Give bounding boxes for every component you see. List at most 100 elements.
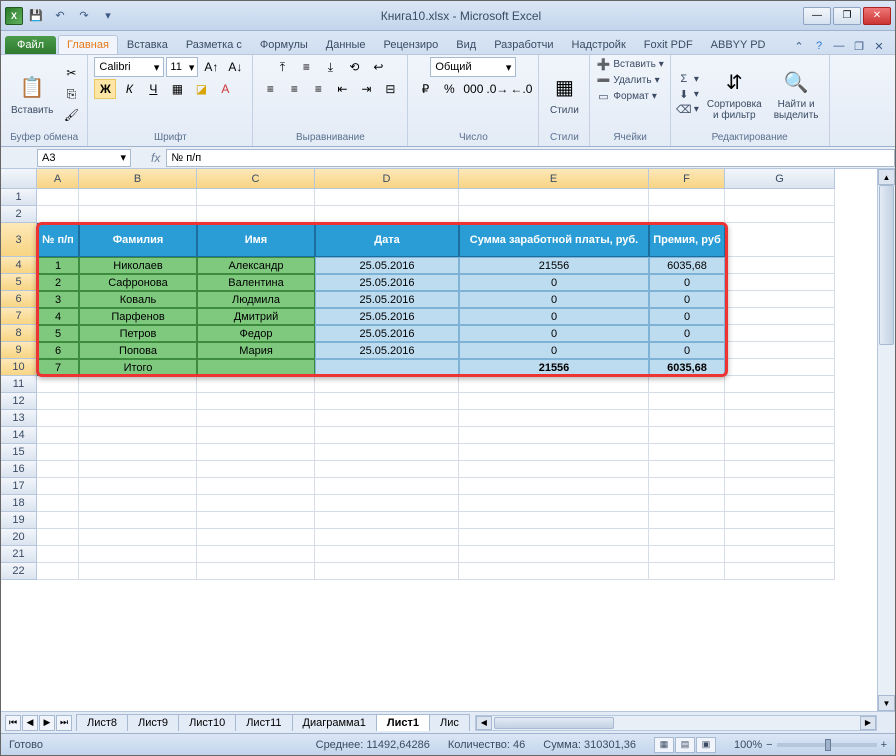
zoom-handle[interactable] (825, 739, 831, 751)
redo-button[interactable]: ↷ (73, 5, 95, 27)
cell-G1[interactable] (725, 189, 835, 206)
zoom-slider[interactable] (777, 743, 877, 747)
sheet-last-button[interactable]: ⏭ (56, 715, 72, 731)
align-center-button[interactable]: ≡ (283, 79, 305, 99)
cell-C9[interactable]: Мария (197, 342, 315, 359)
scroll-down-button[interactable]: ▼ (878, 695, 895, 711)
column-header-A[interactable]: A (37, 169, 79, 189)
cell-E18[interactable] (459, 495, 649, 512)
cell-E3[interactable]: Сумма заработной платы, руб. (459, 223, 649, 257)
font-color-button[interactable]: A (214, 79, 236, 99)
cell-E9[interactable]: 0 (459, 342, 649, 359)
scroll-up-button[interactable]: ▲ (878, 169, 895, 185)
cell-F18[interactable] (649, 495, 725, 512)
cell-E15[interactable] (459, 444, 649, 461)
cell-G6[interactable] (725, 291, 835, 308)
cell-B6[interactable]: Коваль (79, 291, 197, 308)
comma-button[interactable]: 000 (462, 79, 484, 99)
paste-button[interactable]: 📋 Вставить (7, 71, 57, 118)
tab-insert[interactable]: Вставка (118, 35, 177, 54)
cell-G3[interactable] (725, 223, 835, 257)
cell-A13[interactable] (37, 410, 79, 427)
cell-E14[interactable] (459, 427, 649, 444)
cell-E19[interactable] (459, 512, 649, 529)
cell-F10[interactable]: 6035,68 (649, 359, 725, 376)
cell-G21[interactable] (725, 546, 835, 563)
cell-D1[interactable] (315, 189, 459, 206)
cell-D10[interactable] (315, 359, 459, 376)
cell-G18[interactable] (725, 495, 835, 512)
tab-data[interactable]: Данные (317, 35, 375, 54)
scroll-right-button[interactable]: ▶ (860, 716, 876, 730)
workbook-restore-icon[interactable]: ❐ (851, 38, 867, 54)
page-break-view-button[interactable]: ▣ (696, 737, 716, 753)
cell-C12[interactable] (197, 393, 315, 410)
cell-F1[interactable] (649, 189, 725, 206)
cell-D8[interactable]: 25.05.2016 (315, 325, 459, 342)
cell-G5[interactable] (725, 274, 835, 291)
cell-B9[interactable]: Попова (79, 342, 197, 359)
cell-A22[interactable] (37, 563, 79, 580)
cell-G8[interactable] (725, 325, 835, 342)
cell-G7[interactable] (725, 308, 835, 325)
cell-E20[interactable] (459, 529, 649, 546)
sheet-tab-Лист9[interactable]: Лист9 (127, 714, 179, 731)
workbook-minimize-icon[interactable]: — (831, 38, 847, 54)
copy-button[interactable]: ⎘ (61, 84, 81, 104)
tab-home[interactable]: Главная (58, 35, 118, 54)
cell-G9[interactable] (725, 342, 835, 359)
cell-E12[interactable] (459, 393, 649, 410)
align-left-button[interactable]: ≡ (259, 79, 281, 99)
row-header-20[interactable]: 20 (1, 529, 37, 546)
cell-F13[interactable] (649, 410, 725, 427)
cell-F22[interactable] (649, 563, 725, 580)
cell-A12[interactable] (37, 393, 79, 410)
normal-view-button[interactable]: ▦ (654, 737, 674, 753)
sheet-tab-Лист1[interactable]: Лист1 (376, 714, 430, 731)
row-header-1[interactable]: 1 (1, 189, 37, 206)
cell-B5[interactable]: Сафронова (79, 274, 197, 291)
cell-A16[interactable] (37, 461, 79, 478)
cell-A1[interactable] (37, 189, 79, 206)
styles-button[interactable]: ▦ Стили (545, 71, 583, 118)
row-header-6[interactable]: 6 (1, 291, 37, 308)
cell-B18[interactable] (79, 495, 197, 512)
cell-B11[interactable] (79, 376, 197, 393)
cell-F7[interactable]: 0 (649, 308, 725, 325)
tab-foxit[interactable]: Foxit PDF (635, 35, 702, 54)
cell-A14[interactable] (37, 427, 79, 444)
cell-A18[interactable] (37, 495, 79, 512)
cell-B3[interactable]: Фамилия (79, 223, 197, 257)
merge-button[interactable]: ⊟ (379, 79, 401, 99)
underline-button[interactable]: Ч (142, 79, 164, 99)
cell-D14[interactable] (315, 427, 459, 444)
cell-A6[interactable]: 3 (37, 291, 79, 308)
cell-D12[interactable] (315, 393, 459, 410)
cell-A7[interactable]: 4 (37, 308, 79, 325)
cell-A9[interactable]: 6 (37, 342, 79, 359)
scroll-track[interactable] (878, 185, 895, 695)
cell-E6[interactable]: 0 (459, 291, 649, 308)
hscroll-thumb[interactable] (494, 717, 614, 729)
cell-D22[interactable] (315, 563, 459, 580)
row-header-2[interactable]: 2 (1, 206, 37, 223)
cell-D13[interactable] (315, 410, 459, 427)
row-header-18[interactable]: 18 (1, 495, 37, 512)
close-button[interactable]: ✕ (863, 7, 891, 25)
border-button[interactable]: ▦ (166, 79, 188, 99)
cell-D19[interactable] (315, 512, 459, 529)
row-header-17[interactable]: 17 (1, 478, 37, 495)
cell-G17[interactable] (725, 478, 835, 495)
cell-B2[interactable] (79, 206, 197, 223)
cell-F3[interactable]: Премия, руб (649, 223, 725, 257)
cell-E8[interactable]: 0 (459, 325, 649, 342)
zoom-out-button[interactable]: − (766, 739, 772, 751)
cell-E2[interactable] (459, 206, 649, 223)
sort-filter-button[interactable]: ⇵ Сортировка и фильтр (703, 65, 766, 123)
row-header-15[interactable]: 15 (1, 444, 37, 461)
cell-G10[interactable] (725, 359, 835, 376)
page-layout-view-button[interactable]: ▤ (675, 737, 695, 753)
tab-abbyy[interactable]: ABBYY PD (702, 35, 775, 54)
row-header-12[interactable]: 12 (1, 393, 37, 410)
format-cells-button[interactable]: ▭Формат▾ (596, 89, 657, 103)
